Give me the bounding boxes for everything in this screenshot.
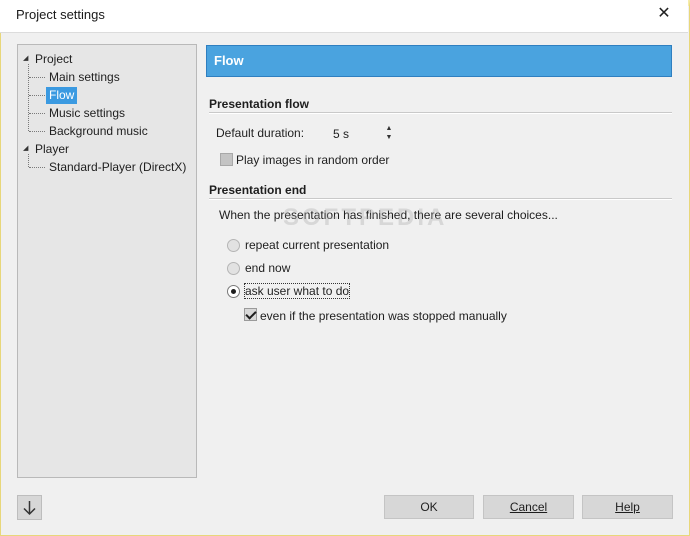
stopped-manually-checkbox[interactable] bbox=[244, 308, 257, 321]
tree-item-background-music[interactable]: Background music bbox=[46, 123, 151, 140]
section-divider bbox=[209, 198, 672, 200]
panel-header: Flow bbox=[206, 45, 672, 77]
ask-user-radio[interactable] bbox=[227, 285, 240, 298]
repeat-presentation-radio[interactable] bbox=[227, 239, 240, 252]
random-order-checkbox[interactable] bbox=[220, 153, 233, 166]
arrow-down-icon bbox=[23, 501, 36, 516]
tree-item-flow[interactable]: Flow bbox=[46, 87, 78, 104]
title-separator bbox=[0, 32, 688, 33]
help-button[interactable]: Help bbox=[582, 495, 673, 519]
collapse-icon[interactable]: ◢ bbox=[23, 144, 32, 153]
tree-item-standard-player[interactable]: Standard-Player (DirectX) bbox=[46, 159, 189, 176]
move-down-button[interactable] bbox=[17, 495, 42, 520]
tree-line bbox=[29, 95, 45, 96]
tree-line bbox=[28, 64, 29, 131]
default-duration-value: 5 s bbox=[333, 127, 350, 141]
settings-tree[interactable]: ◢ Project Main settings Flow Music setti… bbox=[17, 44, 197, 478]
default-duration-spinbox[interactable]: 5 s ▲ ▼ bbox=[327, 123, 397, 143]
repeat-presentation-label: repeat current presentation bbox=[245, 238, 390, 252]
end-now-radio[interactable] bbox=[227, 262, 240, 275]
tree-item-project[interactable]: Project bbox=[32, 51, 75, 68]
section-title-presentation-end: Presentation end bbox=[209, 183, 307, 197]
ask-user-label: ask user what to do bbox=[243, 283, 351, 299]
section-title-presentation-flow: Presentation flow bbox=[209, 97, 310, 111]
spin-up-icon[interactable]: ▲ bbox=[384, 124, 394, 133]
title-bar: Project settings ✕ bbox=[0, 0, 688, 32]
tree-item-music-settings[interactable]: Music settings bbox=[46, 105, 128, 122]
window-title: Project settings bbox=[16, 7, 105, 22]
end-now-label: end now bbox=[245, 261, 291, 275]
tree-line bbox=[29, 113, 45, 114]
help-button-label: Help bbox=[615, 500, 640, 514]
spin-down-icon[interactable]: ▼ bbox=[384, 133, 394, 142]
tree-line bbox=[29, 167, 45, 168]
tree-line bbox=[29, 131, 45, 132]
tree-line bbox=[29, 77, 45, 78]
tree-item-player[interactable]: Player bbox=[32, 141, 72, 158]
close-icon[interactable]: ✕ bbox=[654, 4, 674, 24]
tree-item-main-settings[interactable]: Main settings bbox=[46, 69, 123, 86]
stopped-manually-label: even if the presentation was stopped man… bbox=[260, 309, 507, 323]
watermark: SOFTPEDIA bbox=[283, 204, 448, 231]
ok-button[interactable]: OK bbox=[384, 495, 474, 519]
section-divider bbox=[209, 112, 672, 114]
random-order-label: Play images in random order bbox=[236, 153, 390, 167]
collapse-icon[interactable]: ◢ bbox=[23, 54, 32, 63]
cancel-button-label: Cancel bbox=[509, 500, 548, 514]
tree-line bbox=[28, 154, 29, 167]
default-duration-label: Default duration: bbox=[216, 126, 305, 140]
cancel-button[interactable]: Cancel bbox=[483, 495, 574, 519]
